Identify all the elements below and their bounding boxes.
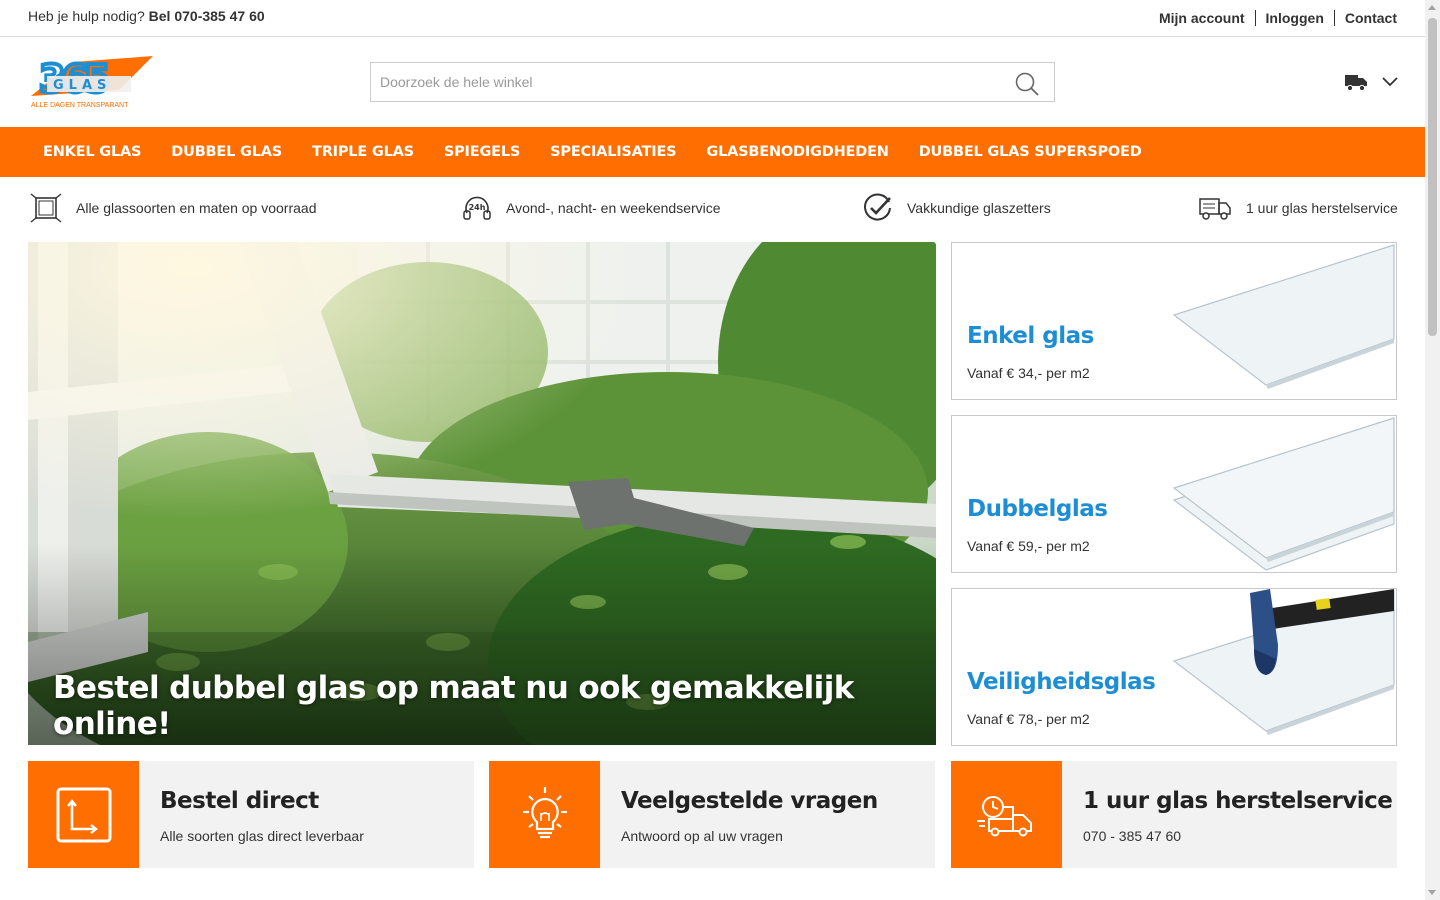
- search-box: [370, 62, 1055, 102]
- frame-icon: [30, 193, 62, 223]
- product-card-enkel-glas[interactable]: Enkel glas Vanaf € 34,- per m2: [951, 242, 1397, 400]
- product-price: Vanaf € 78,- per m2: [967, 711, 1090, 727]
- truck-icon: [1345, 75, 1367, 92]
- van-icon: [1199, 198, 1231, 220]
- product-price: Vanaf € 34,- per m2: [967, 365, 1090, 381]
- nav-item-enkel-glas[interactable]: ENKEL GLAS: [28, 127, 156, 177]
- link-login[interactable]: Inloggen: [1254, 10, 1334, 26]
- scroll-down-icon[interactable]: [1428, 890, 1436, 895]
- product-card-dubbelglas[interactable]: Dubbelglas Vanaf € 59,- per m2: [951, 415, 1397, 573]
- hero-title: Bestel dubbel glas op maat nu ook gemakk…: [53, 670, 854, 742]
- info-box-order[interactable]: Bestel direct Alle soorten glas direct l…: [28, 761, 474, 868]
- info-subtitle: Alle soorten glas direct leverbaar: [160, 828, 364, 844]
- usp-repair: 1 uur glas herstelservice: [1198, 192, 1398, 224]
- fast-delivery-icon: [976, 795, 1032, 836]
- search-input[interactable]: [371, 63, 991, 101]
- page-scrollbar[interactable]: [1425, 0, 1440, 900]
- chevron-down-icon: [1382, 77, 1398, 87]
- nav-item-spiegels[interactable]: SPIEGELS: [429, 127, 535, 177]
- lightbulb-icon: [522, 786, 567, 838]
- nav-item-dubbel-glas[interactable]: DUBBEL GLAS: [156, 127, 297, 177]
- check-icon: [864, 193, 891, 221]
- search-icon[interactable]: [1014, 71, 1040, 97]
- product-card-veiligheidsglas[interactable]: Veiligheidsglas Vanaf € 78,- per m2: [951, 588, 1397, 746]
- double-glass-image: [1172, 417, 1395, 571]
- top-links: Mijn account Inloggen Contact: [1149, 10, 1397, 26]
- product-price: Vanaf € 59,- per m2: [967, 538, 1090, 554]
- info-icon-box: [28, 761, 139, 868]
- product-title[interactable]: Veiligheidsglas: [967, 669, 1156, 695]
- info-title: Veelgestelde vragen: [621, 788, 878, 814]
- nav-item-specialisaties[interactable]: SPECIALISATIES: [535, 127, 691, 177]
- product-title[interactable]: Enkel glas: [967, 323, 1094, 349]
- nav-item-triple-glas[interactable]: TRIPLE GLAS: [297, 127, 429, 177]
- hero-banner[interactable]: Bestel dubbel glas op maat nu ook gemakk…: [28, 242, 936, 745]
- svg-text:24h: 24h: [469, 203, 486, 212]
- product-title[interactable]: Dubbelglas: [967, 496, 1108, 522]
- usp-glaziers: Vakkundige glaszetters: [863, 192, 1051, 224]
- info-title: 1 uur glas herstelservice: [1083, 788, 1393, 814]
- info-subtitle[interactable]: 070 - 385 47 60: [1083, 828, 1181, 844]
- nav-item-dubbel-glas-superspoed[interactable]: DUBBEL GLAS SUPERSPOED: [904, 127, 1157, 177]
- 24h-service-icon: 24h: [463, 196, 491, 220]
- scroll-up-icon[interactable]: [1428, 5, 1436, 10]
- info-icon-box: [951, 761, 1062, 868]
- info-title: Bestel direct: [160, 788, 319, 814]
- usp-text: Vakkundige glaszetters: [907, 200, 1051, 216]
- help-label: Heb je hulp nodig?: [28, 8, 145, 24]
- usp-text: 1 uur glas herstelservice: [1246, 200, 1398, 216]
- safety-glass-image: [1172, 589, 1395, 735]
- svg-text:ALLE DAGEN TRANSPARANT: ALLE DAGEN TRANSPARANT: [31, 102, 129, 109]
- logo-graphic: 365 GLAS ALLE DAGEN TRANSPARANT: [31, 55, 153, 109]
- info-subtitle: Antwoord op al uw vragen: [621, 828, 783, 844]
- nav-item-glasbenodigdheden[interactable]: GLASBENODIGDHEDEN: [691, 127, 903, 177]
- help-text: Heb je hulp nodig? Bel 070-385 47 60: [28, 8, 265, 24]
- link-my-account[interactable]: Mijn account: [1149, 10, 1255, 26]
- usp-service: 24h Avond-, nacht- en weekendservice: [462, 192, 721, 224]
- main-nav: ENKEL GLAS DUBBEL GLAS TRIPLE GLAS SPIEG…: [0, 127, 1425, 177]
- resize-icon: [56, 787, 111, 842]
- single-glass-image: [1172, 244, 1395, 389]
- info-icon-box: [489, 761, 600, 868]
- help-phone[interactable]: Bel 070-385 47 60: [149, 8, 265, 24]
- info-box-faq[interactable]: Veelgestelde vragen Antwoord op al uw vr…: [489, 761, 935, 868]
- logo[interactable]: 365 GLAS ALLE DAGEN TRANSPARANT: [29, 52, 155, 112]
- info-box-repair[interactable]: 1 uur glas herstelservice 070 - 385 47 6…: [951, 761, 1397, 868]
- link-contact[interactable]: Contact: [1333, 10, 1397, 26]
- usp-text: Avond-, nacht- en weekendservice: [506, 200, 721, 216]
- svg-text:GLAS: GLAS: [53, 78, 111, 93]
- usp-text: Alle glassoorten en maten op voorraad: [76, 200, 317, 216]
- scroll-thumb[interactable]: [1428, 18, 1437, 336]
- cart-button[interactable]: [1344, 70, 1400, 94]
- top-bar: Heb je hulp nodig? Bel 070-385 47 60 Mij…: [0, 0, 1425, 37]
- usp-stock: Alle glassoorten en maten op voorraad: [30, 192, 316, 224]
